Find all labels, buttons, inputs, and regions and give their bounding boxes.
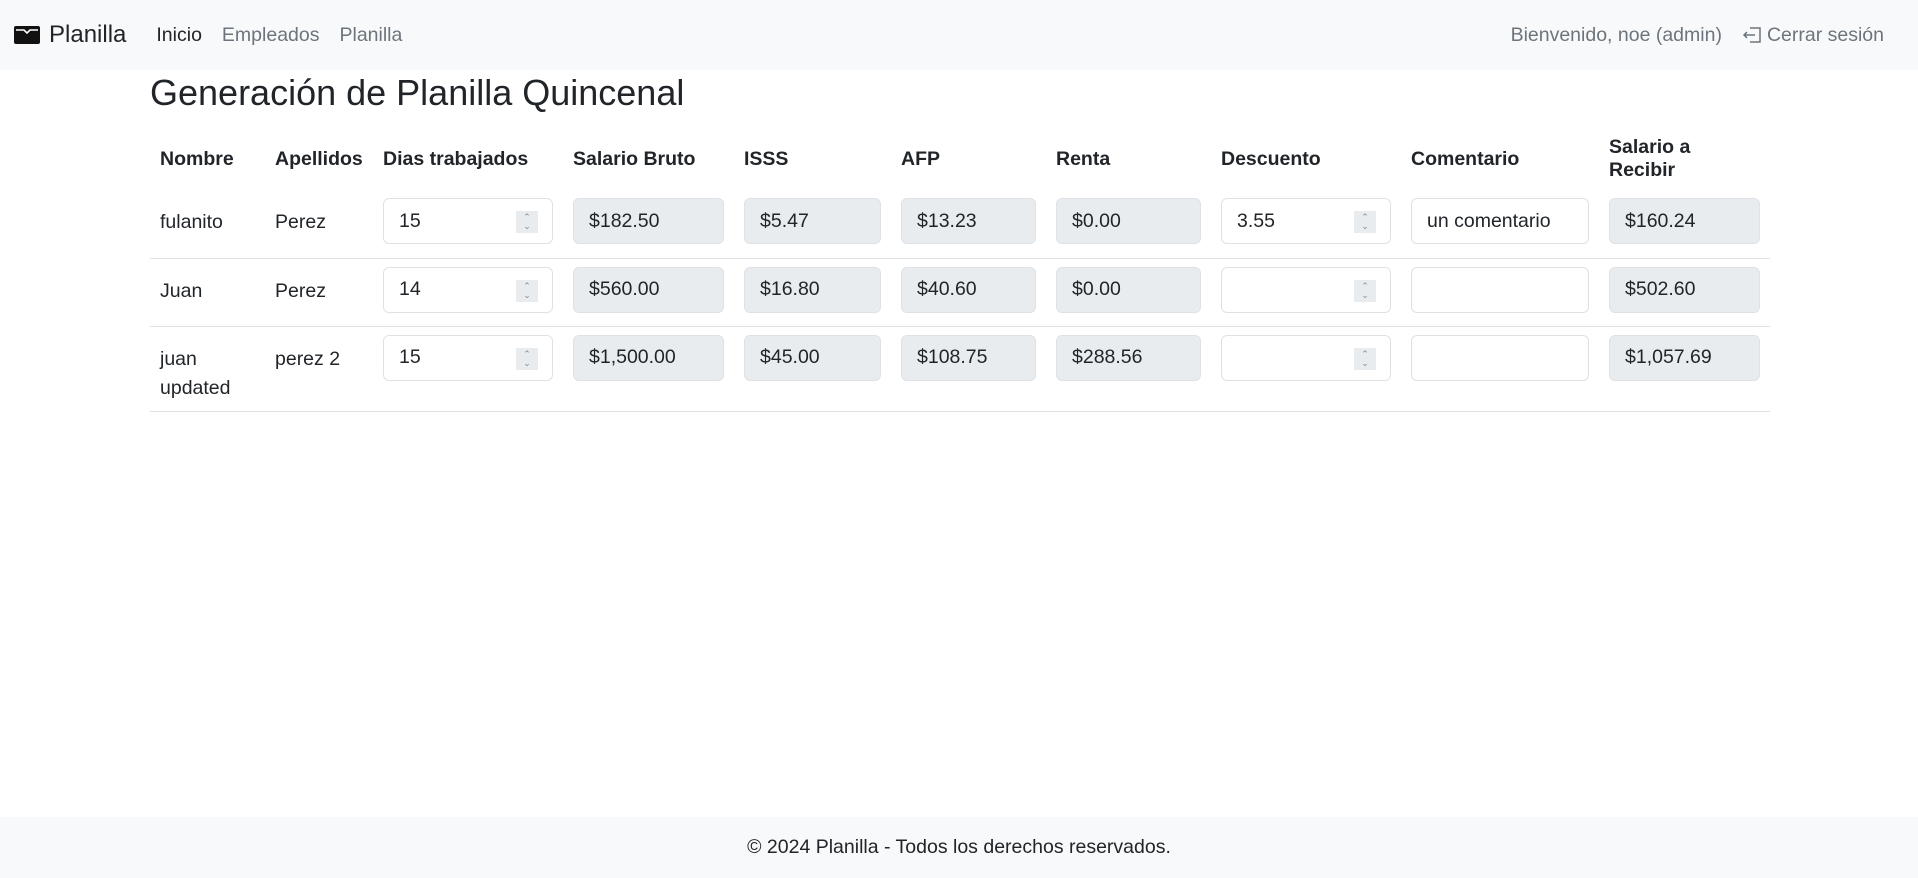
renta-field: $0.00: [1056, 198, 1201, 244]
bruto-field-value: $182.50: [589, 209, 660, 232]
comentario-input[interactable]: un comentario: [1411, 198, 1589, 244]
comentario-input[interactable]: [1411, 266, 1589, 313]
logout-icon: [1742, 27, 1761, 43]
renta-field-value: $0.00: [1072, 209, 1121, 232]
bruto-field: $1,500.00: [573, 334, 724, 381]
nav-empleados[interactable]: Empleados: [222, 24, 320, 47]
spinner-icon[interactable]: ⌃ ⌄: [1354, 279, 1376, 302]
neto-field-value: $1,057.69: [1625, 346, 1712, 368]
header-isss: ISSS: [744, 147, 789, 170]
comentario-input[interactable]: [1411, 334, 1589, 381]
navbar: Planilla Inicio Empleados Planilla Bienv…: [0, 0, 1918, 70]
dias-input[interactable]: 14 ⌃ ⌄: [383, 266, 553, 313]
comentario-input-value: un comentario: [1427, 209, 1551, 232]
neto-field: $160.24: [1609, 198, 1760, 244]
bruto-field: $182.50: [573, 198, 724, 244]
header-nombre: Nombre: [160, 147, 234, 170]
cell-nombre: Juan: [150, 258, 265, 327]
header-descuento: Descuento: [1221, 147, 1321, 170]
dias-input[interactable]: 15 ⌃ ⌄: [383, 198, 553, 244]
cell-apellidos: Perez: [265, 258, 373, 327]
isss-field-value: $45.00: [760, 346, 820, 368]
bruto-field-value: $560.00: [589, 278, 660, 300]
spinner-icon[interactable]: ⌃ ⌄: [1354, 211, 1376, 233]
renta-field-value: $0.00: [1072, 278, 1121, 300]
nav-inicio[interactable]: Inicio: [156, 24, 202, 47]
isss-field: $5.47: [744, 198, 881, 244]
bruto-field: $560.00: [573, 266, 724, 313]
cell-apellidos: Perez: [265, 190, 373, 259]
spinner-icon[interactable]: ⌃ ⌄: [516, 347, 538, 370]
header-neto: Salario a Recibir: [1609, 136, 1691, 181]
brand-link[interactable]: Planilla: [14, 21, 126, 49]
renta-field: $0.00: [1056, 266, 1201, 313]
afp-field-value: $40.60: [917, 278, 977, 300]
bruto-field-value: $1,500.00: [589, 346, 676, 368]
neto-field-value: $160.24: [1625, 209, 1696, 232]
table-row: Juan Perez 14 ⌃ ⌄ $560.00 $16.80 $40.60 $0.00 ⌃ ⌄…: [150, 258, 1770, 327]
cell-apellidos: perez 2: [265, 326, 373, 412]
isss-field-value: $5.47: [760, 209, 809, 232]
header-dias: Dias trabajados: [383, 147, 529, 170]
header-afp: AFP: [901, 147, 940, 170]
isss-field: $45.00: [744, 334, 881, 381]
dias-input-value: 15: [399, 346, 421, 368]
header-bruto: Salario Bruto: [573, 147, 696, 170]
dias-input[interactable]: 15 ⌃ ⌄: [383, 334, 553, 381]
header-comentario: Comentario: [1411, 147, 1520, 170]
logout-label: Cerrar sesión: [1766, 23, 1884, 46]
logout-link[interactable]: Cerrar sesión: [1742, 24, 1904, 47]
welcome-text: Bienvenido, noe (admin): [1510, 23, 1722, 46]
isss-field: $16.80: [744, 266, 881, 313]
header-renta: Renta: [1056, 147, 1111, 170]
wallet-icon: [14, 26, 40, 44]
dias-input-value: 14: [399, 278, 421, 300]
descuento-input-value: 3.55: [1237, 209, 1275, 232]
descuento-input[interactable]: 3.55 ⌃ ⌄: [1221, 198, 1391, 244]
footer-text: © 2024 Planilla - Todos los derechos res…: [747, 836, 1171, 858]
neto-field-value: $502.60: [1625, 278, 1696, 300]
brand-label: Planilla: [49, 21, 127, 48]
afp-field: $13.23: [901, 198, 1036, 244]
afp-field-value: $108.75: [917, 346, 988, 368]
afp-field-value: $13.23: [917, 209, 977, 232]
payroll-table: Nombre Apellidos Dias trabajados Salario…: [150, 128, 1770, 412]
cell-nombre: juan updated: [150, 326, 265, 412]
spinner-icon[interactable]: ⌃ ⌄: [516, 211, 538, 233]
afp-field: $108.75: [901, 334, 1036, 381]
descuento-input[interactable]: ⌃ ⌄: [1221, 266, 1391, 313]
spinner-icon[interactable]: ⌃ ⌄: [516, 279, 538, 302]
header-apellidos: Apellidos: [275, 147, 363, 170]
table-row: fulanito Perez 15 ⌃ ⌄ $182.50 $5.47 $13.23 $0.0…: [150, 190, 1770, 259]
spinner-icon[interactable]: ⌃ ⌄: [1354, 347, 1376, 370]
table-row: juan updated perez 2 15 ⌃ ⌄ $1,500.00 $45.00 $…: [150, 326, 1770, 412]
renta-field-value: $288.56: [1072, 346, 1143, 368]
isss-field-value: $16.80: [760, 278, 820, 300]
neto-field: $502.60: [1609, 266, 1760, 313]
nav-planilla[interactable]: Planilla: [339, 24, 402, 47]
neto-field: $1,057.69: [1609, 334, 1760, 381]
afp-field: $40.60: [901, 266, 1036, 313]
cell-nombre: fulanito: [150, 190, 265, 259]
renta-field: $288.56: [1056, 334, 1201, 381]
dias-input-value: 15: [399, 209, 421, 232]
descuento-input[interactable]: ⌃ ⌄: [1221, 334, 1391, 381]
footer: © 2024 Planilla - Todos los derechos res…: [0, 817, 1918, 878]
page-title: Generación de Planilla Quincenal: [150, 72, 685, 113]
